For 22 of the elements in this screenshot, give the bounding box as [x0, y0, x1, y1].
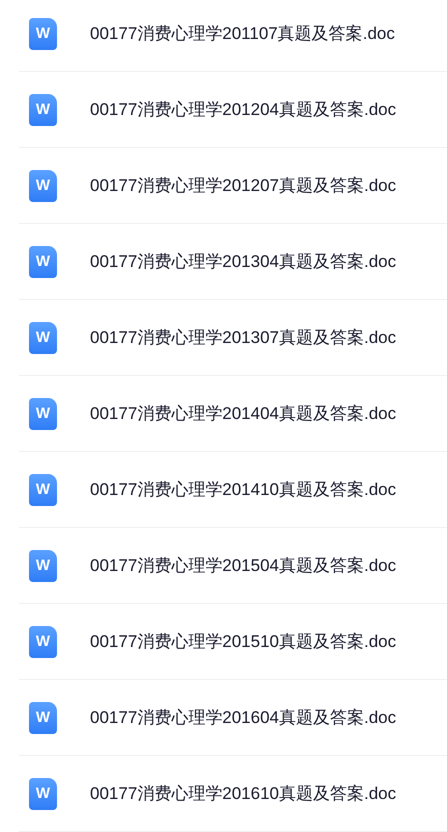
word-file-icon: W	[29, 550, 57, 582]
file-name[interactable]: 00177消费心理学201307真题及答案.doc	[90, 324, 396, 350]
file-name[interactable]: 00177消费心理学201610真题及答案.doc	[90, 780, 396, 806]
file-name[interactable]: 00177消费心理学201410真题及答案.doc	[90, 476, 396, 502]
word-file-icon: W	[29, 322, 57, 354]
word-file-icon: W	[29, 474, 57, 506]
word-file-icon: W	[29, 778, 57, 810]
file-name[interactable]: 00177消费心理学201304真题及答案.doc	[90, 248, 396, 274]
file-name[interactable]: 00177消费心理学201107真题及答案.doc	[90, 20, 395, 46]
file-name[interactable]: 00177消费心理学201504真题及答案.doc	[90, 552, 396, 578]
file-name[interactable]: 00177消费心理学201204真题及答案.doc	[90, 96, 396, 122]
word-file-icon: W	[29, 246, 57, 278]
word-file-icon: W	[29, 702, 57, 734]
file-name[interactable]: 00177消费心理学201207真题及答案.doc	[90, 172, 396, 198]
file-name[interactable]: 00177消费心理学201510真题及答案.doc	[90, 628, 396, 654]
word-file-icon: W	[29, 170, 57, 202]
word-file-icon: W	[29, 398, 57, 430]
word-file-icon: W	[29, 18, 57, 50]
word-file-icon: W	[29, 626, 57, 658]
file-name[interactable]: 00177消费心理学201404真题及答案.doc	[90, 400, 396, 426]
word-file-icon: W	[29, 94, 57, 126]
file-name[interactable]: 00177消费心理学201604真题及答案.doc	[90, 704, 396, 730]
